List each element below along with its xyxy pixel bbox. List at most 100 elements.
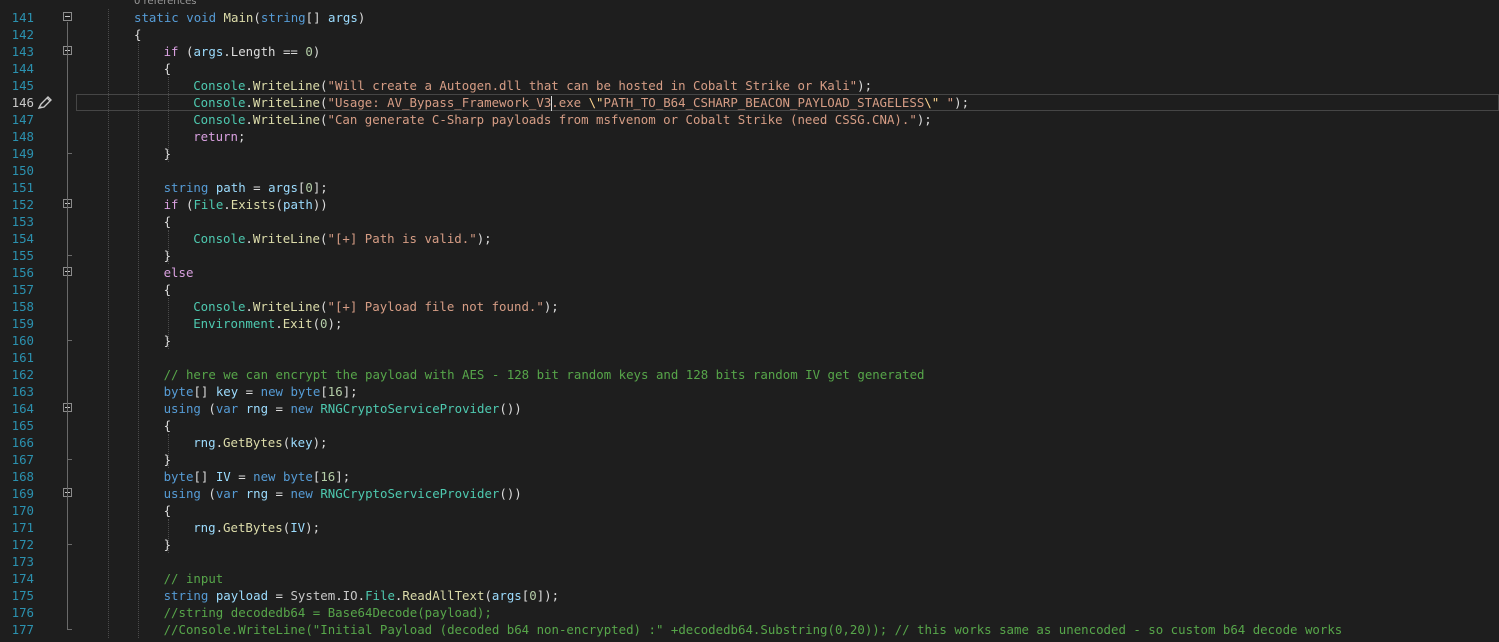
code-text: { bbox=[164, 60, 171, 77]
code-line[interactable]: 142 { bbox=[0, 26, 1499, 43]
code-line[interactable]: 174 // input bbox=[0, 570, 1499, 587]
code-token: 16 bbox=[327, 384, 343, 399]
code-token: { bbox=[163, 214, 172, 229]
code-token: [] bbox=[305, 10, 329, 25]
code-token: . bbox=[245, 112, 253, 127]
code-line[interactable]: 168 byte[] IV = new byte[16]; bbox=[0, 468, 1499, 485]
codelens-references[interactable]: 0 references bbox=[134, 0, 197, 8]
indent-guide bbox=[168, 434, 169, 468]
code-token: ]; bbox=[312, 180, 328, 195]
code-line[interactable]: 161 bbox=[0, 349, 1499, 366]
code-text: using (var rng = new RNGCryptoServicePro… bbox=[164, 400, 522, 417]
code-text: string path = args[0]; bbox=[164, 179, 328, 196]
code-line[interactable]: 159 Environment.Exit(0); bbox=[0, 315, 1499, 332]
code-token: byte bbox=[163, 469, 194, 484]
code-line[interactable]: 143 if (args.Length == 0) bbox=[0, 43, 1499, 60]
code-line[interactable]: 141 static void Main(string[] args) bbox=[0, 9, 1499, 26]
code-line[interactable]: 145 Console.WriteLine("Will create a Auto… bbox=[0, 77, 1499, 94]
code-token: ( bbox=[178, 197, 194, 212]
code-editor[interactable]: 0 references 141 static void Main(string[… bbox=[0, 0, 1499, 642]
code-text: Console.WriteLine("[+] Payload file not … bbox=[193, 298, 559, 315]
code-line[interactable]: 152 if (File.Exists(path)) bbox=[0, 196, 1499, 213]
code-token: byte bbox=[163, 384, 194, 399]
code-line[interactable]: 155} bbox=[0, 247, 1499, 264]
code-token: string bbox=[163, 588, 209, 603]
code-line[interactable]: 164 using (var rng = new RNGCryptoService… bbox=[0, 400, 1499, 417]
code-token: new bbox=[290, 486, 313, 501]
code-token: ( bbox=[312, 316, 321, 331]
line-number: 163 bbox=[11, 384, 34, 399]
code-token: args bbox=[491, 588, 522, 603]
line-number: 143 bbox=[11, 44, 34, 59]
code-token: WriteLine bbox=[252, 299, 321, 314]
code-token: . bbox=[215, 435, 224, 450]
code-line[interactable]: 172} bbox=[0, 536, 1499, 553]
code-token: . bbox=[357, 588, 366, 603]
code-line[interactable]: 151 string path = args[0]; bbox=[0, 179, 1499, 196]
code-line[interactable]: 158 Console.WriteLine("[+] Payload file n… bbox=[0, 298, 1499, 315]
code-line[interactable]: 148 return; bbox=[0, 128, 1499, 145]
code-line[interactable]: 162 // here we can encrypt the payload wi… bbox=[0, 366, 1499, 383]
code-text: byte[] IV = new byte[16]; bbox=[164, 468, 351, 485]
code-text: // input bbox=[164, 570, 224, 587]
code-line[interactable]: 154 Console.WriteLine("[+] Path is valid.… bbox=[0, 230, 1499, 247]
code-line[interactable]: 149} bbox=[0, 145, 1499, 162]
code-text: Environment.Exit(0); bbox=[193, 315, 342, 332]
fold-guide bbox=[67, 498, 68, 545]
line-number: 161 bbox=[11, 350, 34, 365]
fold-guide bbox=[67, 277, 68, 341]
code-token: . bbox=[335, 588, 343, 603]
code-line[interactable]: 176 //string decodedb64 = Base64Decode(pa… bbox=[0, 604, 1499, 621]
code-line[interactable]: 163 byte[] key = new byte[16]; bbox=[0, 383, 1499, 400]
code-token: else bbox=[163, 265, 194, 280]
code-line[interactable]: 177 //Console.WriteLine("Initial Payload … bbox=[0, 621, 1499, 638]
line-number: 170 bbox=[11, 503, 34, 518]
code-line[interactable]: 165 { bbox=[0, 417, 1499, 434]
code-token: // here we can encrypt the payload with … bbox=[163, 367, 925, 382]
code-token: ); bbox=[305, 520, 321, 535]
code-token: . bbox=[245, 78, 253, 93]
code-line[interactable]: 167} bbox=[0, 451, 1499, 468]
collapse-region-icon[interactable] bbox=[63, 12, 72, 21]
code-line[interactable]: 157 { bbox=[0, 281, 1499, 298]
code-token: )) bbox=[312, 197, 328, 212]
line-number: 142 bbox=[11, 27, 34, 42]
code-token: 0 bbox=[320, 316, 328, 331]
line-number: 155 bbox=[11, 248, 34, 263]
code-line[interactable]: 156 else bbox=[0, 264, 1499, 281]
code-token: ( bbox=[253, 10, 261, 25]
code-token: path bbox=[282, 197, 313, 212]
code-token: rng bbox=[245, 486, 269, 501]
code-line[interactable]: 160} bbox=[0, 332, 1499, 349]
code-token: . bbox=[245, 299, 253, 314]
code-line[interactable]: 173 bbox=[0, 553, 1499, 570]
code-line[interactable]: 153 { bbox=[0, 213, 1499, 230]
code-line[interactable]: 171 rng.GetBytes(IV); bbox=[0, 519, 1499, 536]
code-token: //string decodedb64 = Base64Decode(paylo… bbox=[163, 605, 492, 620]
code-line[interactable]: 146 Console.WriteLine("Usage: AV_Bypass_F… bbox=[0, 94, 1499, 111]
quick-edit-pencil-icon[interactable] bbox=[36, 94, 54, 111]
indent-guide bbox=[168, 519, 169, 553]
code-token: void bbox=[186, 10, 217, 25]
line-number: 152 bbox=[11, 197, 34, 212]
line-number: 145 bbox=[11, 78, 34, 93]
code-line[interactable]: 166 rng.GetBytes(key); bbox=[0, 434, 1499, 451]
code-line[interactable]: 144 { bbox=[0, 60, 1499, 77]
fold-guide bbox=[67, 413, 68, 460]
code-line[interactable]: 175 string payload = System.IO.File.ReadA… bbox=[0, 587, 1499, 604]
code-line[interactable]: 169 using (var rng = new RNGCryptoService… bbox=[0, 485, 1499, 502]
code-text: rng.GetBytes(IV); bbox=[193, 519, 320, 536]
fold-guide-end bbox=[67, 459, 72, 460]
code-line[interactable]: 150 bbox=[0, 162, 1499, 179]
line-number: 146 bbox=[11, 95, 34, 110]
code-line[interactable]: 147 Console.WriteLine("Can generate C-Sha… bbox=[0, 111, 1499, 128]
code-token: = bbox=[268, 486, 291, 501]
code-token: GetBytes bbox=[223, 520, 283, 535]
code-line[interactable]: 170 { bbox=[0, 502, 1499, 519]
code-token: ); bbox=[954, 95, 970, 110]
code-token: Console bbox=[193, 95, 246, 110]
indent-guide bbox=[138, 43, 139, 638]
